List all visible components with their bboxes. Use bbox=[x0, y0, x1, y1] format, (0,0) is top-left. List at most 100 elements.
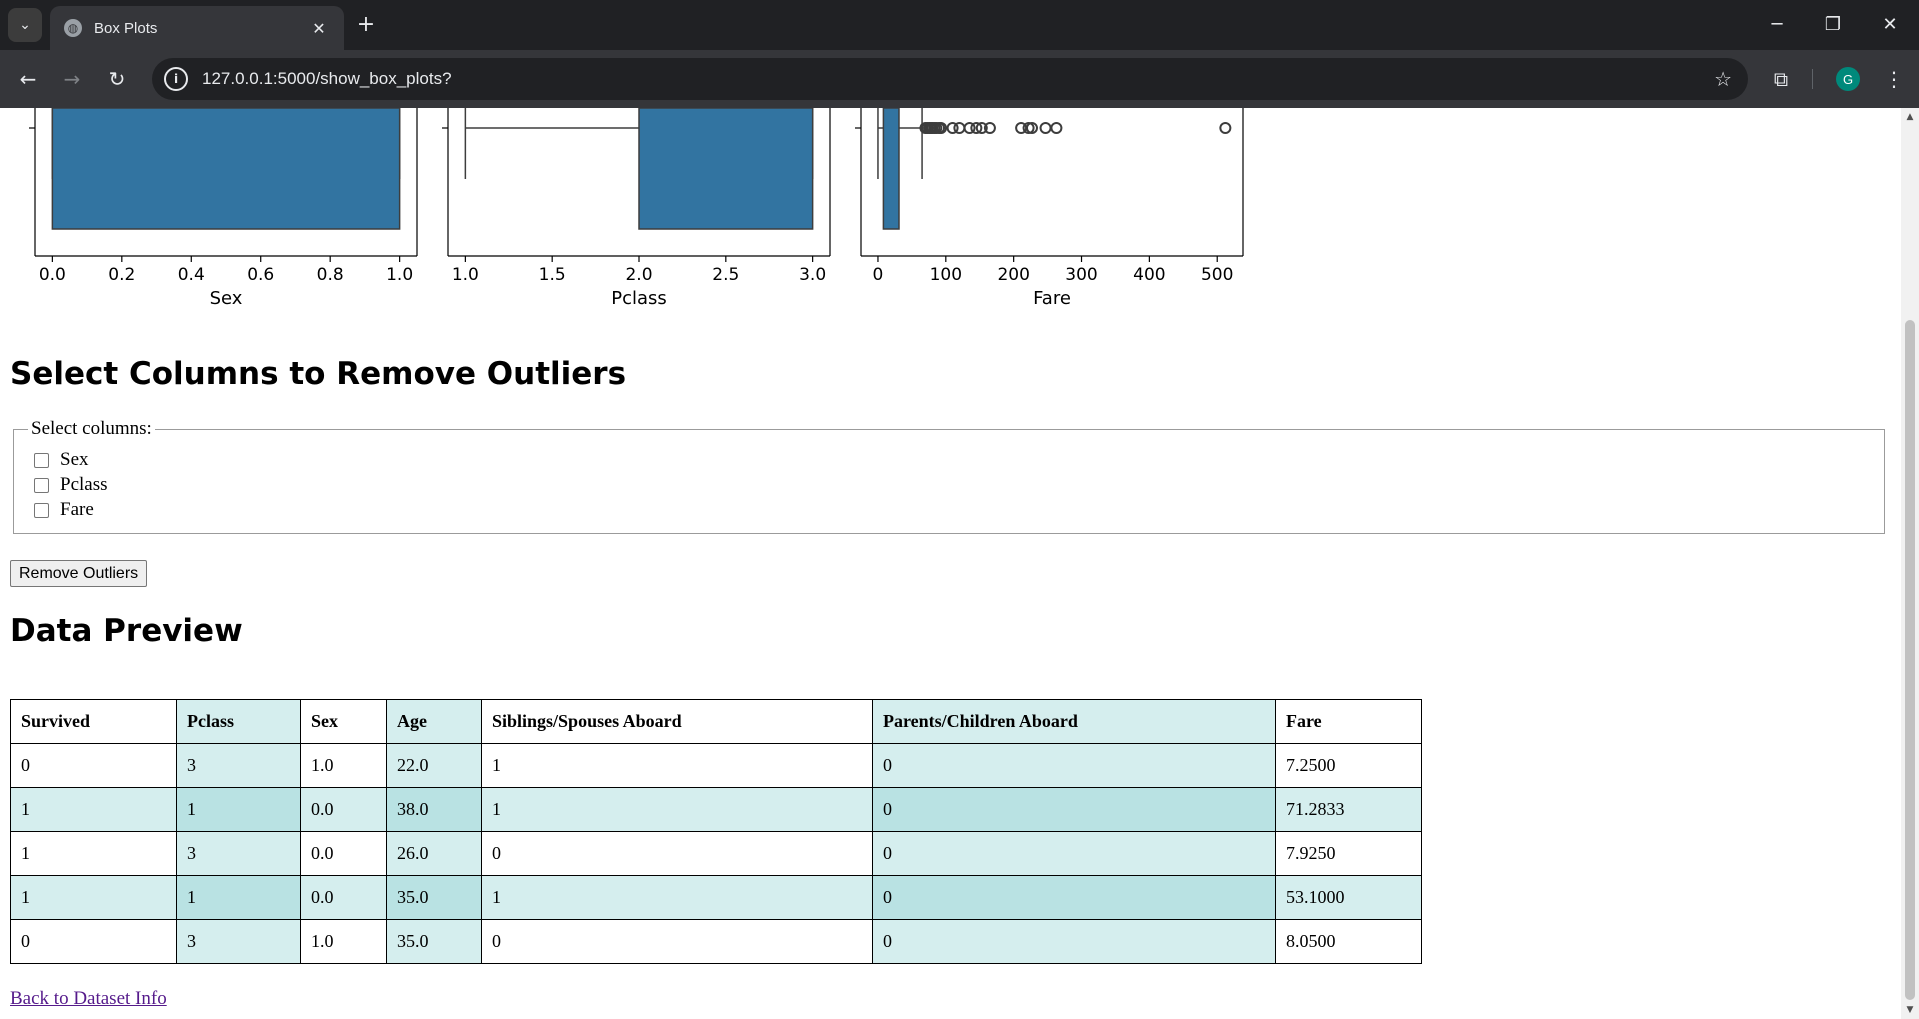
forward-arrow-icon[interactable]: → bbox=[56, 63, 88, 95]
table-row: 1 1 0.0 38.0 1 0 71.2833 bbox=[10, 787, 1422, 832]
cell: 1 bbox=[176, 787, 301, 832]
column-option-sex[interactable]: Sex bbox=[34, 449, 89, 471]
box bbox=[882, 108, 900, 230]
cell: 0 bbox=[10, 743, 177, 788]
scrollbar-thumb[interactable] bbox=[1905, 320, 1915, 1000]
column-option-pclass[interactable]: Pclass bbox=[34, 474, 108, 496]
tab-strip: ⌄ ◍ Box Plots ✕ + ─ ❐ ✕ bbox=[0, 0, 1919, 50]
header-siblings: Siblings/Spouses Aboard bbox=[481, 699, 873, 744]
url-text[interactable]: 127.0.0.1:5000/show_box_plots? bbox=[202, 69, 1714, 89]
browser-toolbar: ← → ↻ i 127.0.0.1:5000/show_box_plots? ☆… bbox=[0, 50, 1919, 108]
outlier-point bbox=[1219, 122, 1232, 134]
x-tick-label: 400 bbox=[1133, 265, 1165, 285]
header-fare: Fare bbox=[1275, 699, 1422, 744]
table-row: 1 3 0.0 26.0 0 0 7.9250 bbox=[10, 831, 1422, 876]
close-window-button[interactable]: ✕ bbox=[1870, 8, 1910, 40]
cell: 35.0 bbox=[386, 875, 482, 920]
x-tick-label: 0.4 bbox=[178, 265, 205, 285]
site-info-icon[interactable]: i bbox=[164, 67, 188, 91]
cell: 0.0 bbox=[300, 875, 387, 920]
cell: 26.0 bbox=[386, 831, 482, 876]
cell: 8.0500 bbox=[1275, 919, 1422, 964]
cell: 1 bbox=[481, 875, 873, 920]
pclass-checkbox[interactable] bbox=[34, 477, 49, 493]
x-tick-label: 0.8 bbox=[317, 265, 344, 285]
profile-avatar[interactable]: G bbox=[1836, 67, 1860, 91]
minimize-button[interactable]: ─ bbox=[1757, 8, 1797, 40]
page-scrollbar[interactable]: ▲ ▼ bbox=[1901, 108, 1919, 1019]
column-option-fare[interactable]: Fare bbox=[34, 499, 94, 521]
header-survived: Survived bbox=[10, 699, 177, 744]
box bbox=[638, 108, 814, 230]
cell: 1.0 bbox=[300, 743, 387, 788]
cell: 3 bbox=[176, 743, 301, 788]
outlier-point bbox=[953, 122, 966, 134]
x-tick-label: 0.2 bbox=[108, 265, 135, 285]
tab-search-button[interactable]: ⌄ bbox=[8, 8, 42, 42]
toolbar-divider bbox=[1812, 69, 1813, 89]
cell: 3 bbox=[176, 831, 301, 876]
table-row: 0 3 1.0 22.0 1 0 7.2500 bbox=[10, 743, 1422, 788]
cell: 1 bbox=[481, 743, 873, 788]
table-row: 0 3 1.0 35.0 0 0 8.0500 bbox=[10, 919, 1422, 964]
back-to-dataset-info-link[interactable]: Back to Dataset Info bbox=[10, 988, 167, 1010]
cell: 38.0 bbox=[386, 787, 482, 832]
fare-checkbox[interactable] bbox=[34, 502, 49, 518]
scroll-up-arrow[interactable]: ▲ bbox=[1905, 112, 1915, 122]
restore-button[interactable]: ❐ bbox=[1813, 8, 1853, 40]
address-bar[interactable]: i 127.0.0.1:5000/show_box_plots? ☆ bbox=[152, 58, 1748, 100]
cell: 0.0 bbox=[300, 831, 387, 876]
cell: 0 bbox=[872, 743, 1276, 788]
cell: 0 bbox=[872, 787, 1276, 832]
outlier-point bbox=[1050, 122, 1063, 134]
scroll-down-arrow[interactable]: ▼ bbox=[1905, 1005, 1915, 1015]
box-plots: 0.0 0.2 0.4 0.6 0.8 1.0 Sex 1.0 1.5 2.0 2.5 3.0 Pcla… bbox=[29, 108, 1244, 309]
tab-box-plots[interactable]: ◍ Box Plots ✕ bbox=[50, 6, 344, 50]
close-tab-icon[interactable]: ✕ bbox=[306, 15, 332, 41]
extensions-icon[interactable]: ⧉ bbox=[1767, 65, 1795, 93]
x-tick-label: 0.0 bbox=[39, 265, 66, 285]
x-tick-label: 0.6 bbox=[247, 265, 274, 285]
sex-checkbox[interactable] bbox=[34, 452, 49, 468]
header-pclass: Pclass bbox=[176, 699, 301, 744]
cell: 1.0 bbox=[300, 919, 387, 964]
x-axis-label: Pclass bbox=[611, 288, 667, 309]
fieldset-legend: Select columns: bbox=[28, 418, 155, 440]
remove-outliers-button[interactable]: Remove Outliers bbox=[10, 560, 148, 587]
cell: 22.0 bbox=[386, 743, 482, 788]
x-tick-label: 300 bbox=[1065, 265, 1097, 285]
table-row: 1 1 0.0 35.0 1 0 53.1000 bbox=[10, 875, 1422, 920]
cell: 0.0 bbox=[300, 787, 387, 832]
tab-title: Box Plots bbox=[94, 19, 158, 37]
outlier-point bbox=[1039, 122, 1052, 134]
cell: 1 bbox=[10, 875, 177, 920]
cell: 0 bbox=[872, 831, 1276, 876]
pclass-checkbox-label: Pclass bbox=[60, 474, 108, 495]
cell: 71.2833 bbox=[1275, 787, 1422, 832]
x-tick-label: 2.5 bbox=[712, 265, 739, 285]
reload-icon[interactable]: ↻ bbox=[101, 63, 133, 95]
cell: 1 bbox=[176, 875, 301, 920]
cell: 1 bbox=[481, 787, 873, 832]
fare-checkbox-label: Fare bbox=[60, 499, 94, 520]
data-preview-table: Survived Pclass Sex Age Siblings/Spouses… bbox=[10, 699, 1422, 964]
more-menu-icon[interactable]: ⋮ bbox=[1878, 63, 1910, 95]
cell: 7.9250 bbox=[1275, 831, 1422, 876]
cell: 3 bbox=[176, 919, 301, 964]
cell: 1 bbox=[10, 831, 177, 876]
cell: 35.0 bbox=[386, 919, 482, 964]
cell: 1 bbox=[10, 787, 177, 832]
cell: 0 bbox=[481, 919, 873, 964]
header-sex: Sex bbox=[300, 699, 387, 744]
globe-icon: ◍ bbox=[64, 19, 82, 37]
bookmark-star-icon[interactable]: ☆ bbox=[1714, 67, 1732, 91]
x-tick-label: 3.0 bbox=[799, 265, 826, 285]
back-arrow-icon[interactable]: ← bbox=[12, 63, 44, 95]
x-tick-label: 2.0 bbox=[625, 265, 652, 285]
cell: 7.2500 bbox=[1275, 743, 1422, 788]
select-columns-fieldset: Select columns: Sex Pclass Fare bbox=[13, 418, 1885, 534]
new-tab-button[interactable]: + bbox=[353, 11, 379, 37]
x-tick-label: 500 bbox=[1201, 265, 1233, 285]
data-preview-title: Data Preview bbox=[10, 613, 243, 649]
box bbox=[51, 108, 401, 230]
